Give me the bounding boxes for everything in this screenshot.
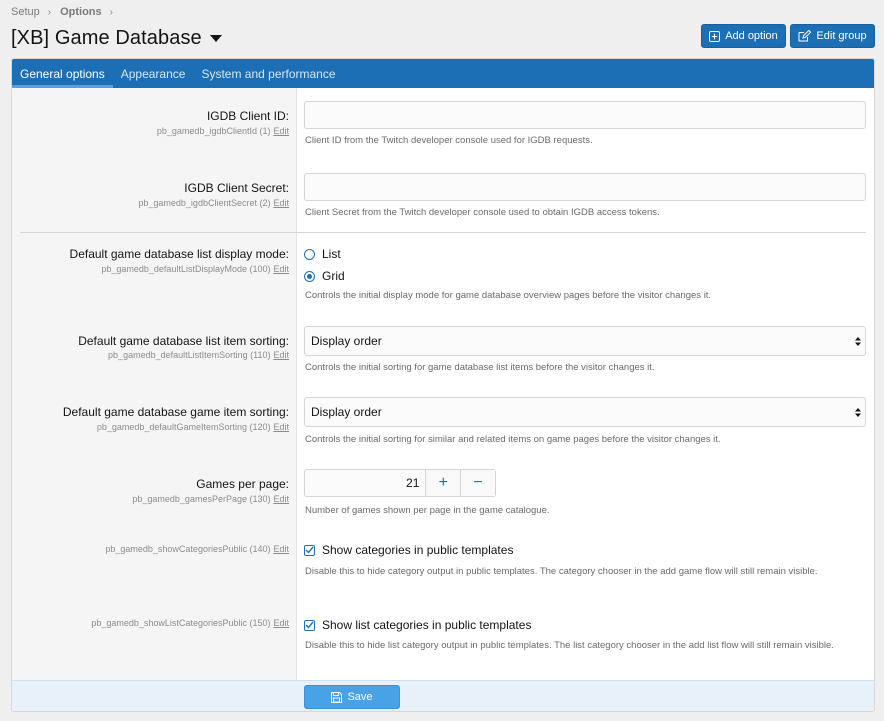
radio-label: List [322, 247, 341, 261]
option-label: IGDB Client Secret: [184, 181, 289, 195]
option-label: Default game database game item sorting: [62, 405, 289, 419]
check-icon [305, 621, 314, 629]
option-key-text: pb_gamedb_showCategoriesPublic (140) [105, 544, 271, 554]
select-value: Display order [311, 405, 382, 419]
radio-grid[interactable]: Grid [304, 269, 345, 283]
option-key-text: pb_gamedb_igdbClientId (1) [156, 126, 271, 136]
edit-group-label: Edit group [816, 30, 867, 42]
edit-icon [798, 30, 812, 42]
select-value: Display order [311, 334, 382, 348]
show-list-categories-checkbox[interactable]: Show list categories in public templates [304, 618, 531, 632]
option-key: pb_gamedb_showListCategoriesPublic (150)… [91, 618, 289, 628]
select-arrows-icon [855, 408, 861, 417]
decrement-button[interactable]: − [460, 470, 495, 496]
edit-link[interactable]: Edit [273, 126, 289, 136]
option-key: pb_gamedb_igdbClientSecret (2) Edit [138, 198, 289, 208]
option-key: pb_gamedb_showCategoriesPublic (140) Edit [105, 544, 289, 554]
chevron-right-icon: › [47, 6, 52, 18]
check-icon [305, 546, 314, 554]
increment-button[interactable]: + [425, 470, 461, 496]
page-title-row[interactable]: [XB] Game Database [11, 26, 222, 50]
edit-link[interactable]: Edit [273, 422, 289, 432]
option-description: Controls the initial sorting for similar… [305, 434, 721, 445]
edit-group-button[interactable]: Edit group [790, 24, 875, 48]
option-label: Default game database list display mode: [69, 247, 289, 261]
option-description: Disable this to hide category output in … [305, 566, 818, 577]
tab-system-performance[interactable]: System and performance [193, 59, 343, 88]
checkbox[interactable] [304, 544, 315, 556]
option-label: IGDB Client ID: [206, 109, 289, 123]
label-column [12, 88, 297, 680]
add-option-button[interactable]: Add option [701, 24, 786, 48]
chevron-right-icon: › [109, 6, 113, 18]
option-description: Controls the initial display mode for ga… [305, 290, 712, 301]
tab-bar: General options Appearance System and pe… [12, 59, 874, 88]
option-description: Controls the initial sorting for game da… [305, 362, 655, 373]
option-description: Client ID from the Twitch developer cons… [305, 135, 593, 146]
breadcrumb: Setup › Options › [11, 5, 122, 19]
tab-appearance[interactable]: Appearance [113, 59, 194, 88]
edit-link[interactable]: Edit [273, 350, 289, 360]
radio-button[interactable] [304, 248, 315, 260]
option-description: Number of games shown per page in the ga… [305, 505, 550, 516]
option-description: Client Secret from the Twitch developer … [305, 207, 660, 218]
option-description: Disable this to hide list category outpu… [305, 640, 834, 651]
option-key: pb_gamedb_igdbClientId (1) Edit [157, 126, 289, 136]
edit-link[interactable]: Edit [273, 544, 289, 554]
checkbox-label: Show list categories in public templates [322, 618, 532, 632]
option-key-text: pb_gamedb_gamesPerPage (130) [132, 494, 271, 504]
edit-link[interactable]: Edit [273, 198, 289, 208]
option-key: pb_gamedb_defaultListDisplayMode (100) Ed… [101, 264, 289, 274]
list-sorting-select[interactable]: Display order [304, 326, 866, 356]
client-secret-input[interactable] [304, 173, 866, 201]
edit-link[interactable]: Edit [273, 618, 289, 628]
games-per-page-input[interactable]: 21 [305, 470, 425, 496]
option-key: pb_gamedb_defaultGameItemSorting (120) Ed… [97, 422, 289, 432]
save-button[interactable]: Save [304, 685, 400, 709]
option-key-text: pb_gamedb_igdbClientSecret (2) [138, 198, 271, 208]
checkbox-label: Show categories in public templates [322, 543, 514, 557]
show-categories-checkbox[interactable]: Show categories in public templates [304, 543, 513, 557]
options-panel: General options Appearance System and pe… [11, 58, 875, 712]
game-sorting-select[interactable]: Display order [304, 397, 866, 427]
edit-link[interactable]: Edit [273, 494, 289, 504]
radio-list[interactable]: List [304, 247, 341, 261]
form-body: IGDB Client ID: pb_gamedb_igdbClientId (… [12, 88, 874, 680]
form-footer: Save [12, 680, 874, 711]
add-option-label: Add option [725, 30, 778, 42]
edit-link[interactable]: Edit [273, 264, 289, 274]
option-key: pb_gamedb_defaultListItemSorting (110) Ed… [108, 350, 289, 360]
option-label: Games per page: [196, 477, 289, 491]
select-arrows-icon [855, 337, 861, 346]
option-key-text: pb_gamedb_defaultListDisplayMode (100) [101, 264, 271, 274]
page-title: [XB] Game Database [11, 26, 202, 49]
tab-general-options[interactable]: General options [12, 59, 113, 88]
radio-label: Grid [322, 269, 345, 283]
radio-button[interactable] [304, 270, 315, 282]
checkbox[interactable] [304, 619, 315, 631]
client-id-input[interactable] [304, 101, 866, 129]
section-divider [20, 232, 866, 233]
games-per-page-stepper: 21 + − [304, 469, 496, 497]
caret-down-icon[interactable] [209, 34, 222, 42]
option-key: pb_gamedb_gamesPerPage (130) Edit [132, 494, 289, 504]
breadcrumb-setup[interactable]: Setup [11, 6, 40, 18]
option-key-text: pb_gamedb_defaultGameItemSorting (120) [96, 422, 271, 432]
breadcrumb-options[interactable]: Options [60, 6, 102, 18]
option-label: Default game database list item sorting: [78, 334, 289, 348]
save-label: Save [347, 691, 373, 703]
option-key-text: pb_gamedb_showListCategoriesPublic (150) [91, 618, 271, 628]
save-icon [331, 691, 343, 703]
plus-square-icon [709, 30, 721, 42]
option-key-text: pb_gamedb_defaultListItemSorting (110) [108, 350, 271, 360]
